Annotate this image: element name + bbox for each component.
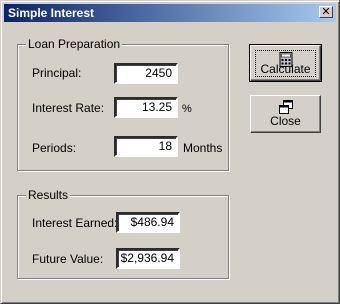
principal-label: Principal:	[32, 66, 82, 80]
simple-interest-window: Simple Interest ✕ Loan Preparation Princ…	[0, 0, 340, 304]
interest-rate-label: Interest Rate:	[32, 101, 105, 115]
future-value-label: Future Value:	[32, 252, 104, 266]
calculate-button[interactable]: Calculate	[249, 44, 322, 82]
title-close-button[interactable]: ✕	[319, 6, 333, 18]
close-button[interactable]: Close	[250, 95, 321, 133]
close-window-icon	[278, 100, 293, 114]
months-unit-label: Months	[183, 141, 223, 155]
window-title: Simple Interest	[8, 6, 95, 20]
results-legend: Results	[26, 188, 71, 202]
title-bar[interactable]: Simple Interest ✕	[4, 4, 336, 22]
periods-input[interactable]: 18	[114, 136, 178, 157]
interest-rate-input[interactable]: 13.25	[114, 97, 178, 118]
interest-earned-output: $486.94	[116, 212, 180, 233]
percent-unit-label: %	[182, 103, 192, 115]
interest-earned-label: Interest Earned:	[32, 216, 118, 230]
periods-label: Periods:	[32, 141, 77, 155]
principal-input[interactable]: 2450	[114, 63, 178, 84]
loan-preparation-legend: Loan Preparation	[26, 37, 123, 51]
close-button-label: Close	[270, 114, 301, 128]
future-value-output: $2,936.94	[116, 248, 180, 269]
calculate-button-label: Calculate	[260, 62, 311, 76]
